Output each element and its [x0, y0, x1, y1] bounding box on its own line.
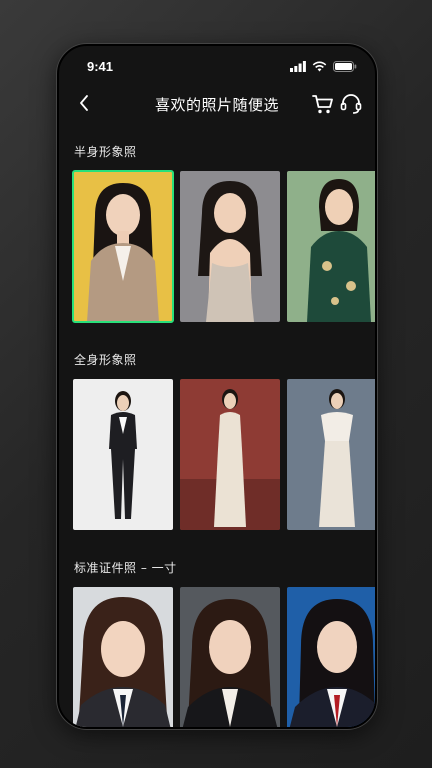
battery-icon [333, 61, 357, 72]
wifi-icon [312, 61, 327, 72]
photo-card-full-body-1[interactable] [73, 379, 173, 530]
customer-service-button[interactable] [339, 92, 363, 116]
id-photo-row [73, 587, 375, 727]
status-bar: 9:41 [59, 46, 375, 86]
cart-icon [312, 95, 333, 114]
signal-icon [290, 61, 306, 72]
photo-card-full-body-3[interactable] [287, 379, 375, 530]
photo-card-id-1[interactable] [73, 587, 173, 727]
status-time: 9:41 [87, 59, 114, 74]
photo-card-half-body-2[interactable] [180, 171, 280, 322]
status-icons [290, 61, 357, 72]
full-body-row [73, 379, 375, 530]
half-body-row [72, 170, 375, 323]
headset-icon [340, 94, 362, 114]
phone-frame: 9:41 喜欢的照片随便选 半身形象照 全身形象照 标准证件照 – 一寸 [57, 44, 377, 729]
photo-card-id-2[interactable] [180, 587, 280, 727]
section-title-id-photo: 标准证件照 – 一寸 [74, 561, 177, 575]
photo-card-id-3[interactable] [287, 587, 375, 727]
photo-card-half-body-1[interactable] [72, 170, 174, 323]
photo-card-full-body-2[interactable] [180, 379, 280, 530]
nav-bar: 喜欢的照片随便选 [59, 86, 375, 122]
section-title-half-body: 半身形象照 [74, 145, 137, 159]
section-title-full-body: 全身形象照 [74, 353, 137, 367]
cart-button[interactable] [311, 92, 335, 116]
photo-card-half-body-3[interactable] [287, 171, 375, 322]
